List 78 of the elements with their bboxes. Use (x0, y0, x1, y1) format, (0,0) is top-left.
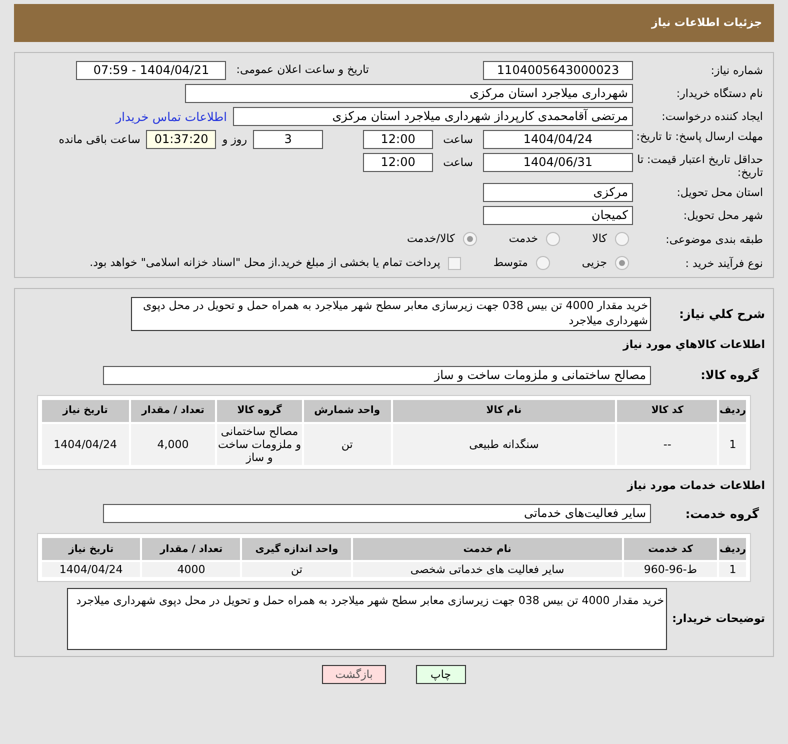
field-value: مرکزی (483, 183, 633, 202)
field-label: توضیحات خریدار: (671, 610, 765, 627)
field-value: مصالح ساختمانی و ملزومات ساخت و ساز (103, 366, 651, 384)
field-value: سایر فعالیت‌های خدماتی (103, 504, 651, 523)
field-label: شهر محل تحویل: (682, 209, 763, 222)
field-value: 1404/04/21 - 07:59 (76, 61, 226, 80)
field-label: روز و (222, 132, 248, 148)
field-value: کمیجان (483, 206, 633, 225)
column-header: تاریخ نیاز (42, 538, 140, 560)
column-header: نام خدمت (353, 538, 622, 560)
column-header: واحد شمارش (304, 400, 391, 422)
page-title: جزئیات اطلاعات نیاز (652, 14, 762, 31)
column-header: ردیف (719, 538, 746, 560)
field-label: مهلت ارسال پاسخ: تا تاریخ: (635, 130, 763, 143)
table-cell: تن (304, 424, 391, 464)
table-cell: 1 (719, 562, 746, 577)
radio-button[interactable] (546, 232, 560, 246)
field-label: متوسط (493, 254, 528, 271)
field-label: کالا (592, 230, 607, 247)
section-title: اطلاعات خدمات مورد نیاز (626, 478, 766, 494)
field-value: 01:37:20 (146, 130, 216, 149)
radio-button[interactable] (536, 256, 550, 270)
table-cell: 1404/04/24 (42, 562, 140, 577)
column-header: ردیف (719, 400, 746, 422)
back-button[interactable]: بازگشت (322, 665, 386, 684)
table-cell: تن (242, 562, 352, 577)
table-cell: -- (617, 424, 718, 464)
field-label: حداقل تاریخ اعتبار قیمت: تا تاریخ: (636, 153, 763, 179)
radio-button[interactable] (615, 232, 629, 246)
section-title: اطلاعات کالاهاي مورد نياز (622, 337, 766, 353)
field-label: خدمت (508, 230, 538, 247)
column-header: کد خدمت (624, 538, 718, 560)
field-label: جزیی (582, 254, 607, 271)
field-label: نوع فرآیند خرید : (684, 256, 763, 270)
field-label: ایجاد کننده درخواست: (660, 110, 763, 123)
table-cell: 4,000 (130, 424, 216, 464)
table-cell: 1 (719, 424, 746, 464)
field-label: ساعت (443, 132, 473, 148)
table-cell: 1404/04/24 (42, 424, 129, 464)
table-cell: 4000 (142, 562, 240, 577)
field-value: 12:00 (363, 153, 434, 172)
field-label: کالا/خدمت (407, 230, 455, 247)
table-cell: سایر فعالیت های خدماتی شخصی (353, 562, 622, 577)
field-label: ساعت باقی مانده (58, 132, 140, 148)
column-header: گروه کالا (217, 400, 302, 422)
radio-button[interactable] (462, 232, 477, 246)
buyer-contact-link[interactable]: اطلاعات تماس خریدار (116, 108, 227, 126)
description-box: خرید مقدار 4000 تن بیس 038 جهت زیرسازی معابر سطح شهر میلاجرد به همراه حمل و تحویل در محل دپوی شهرداری میلاجرد (131, 297, 651, 331)
field-value: 12:00 (363, 130, 434, 149)
field-value: 1404/06/31 (483, 153, 633, 172)
column-header: واحد اندازه گیری (242, 538, 352, 560)
field-value: 1404/04/24 (483, 130, 633, 149)
print-button[interactable]: چاپ (416, 665, 466, 684)
column-header: تعداد / مقدار (142, 538, 240, 560)
field-label: طبقه بندی موضوعی: (664, 232, 763, 246)
field-value: شهرداری میلاجرد استان مرکزی (185, 84, 633, 103)
table-cell: سنگدانه طبیعی (392, 424, 616, 464)
field-label: شماره نیاز: (710, 64, 763, 77)
field-value: 3 (253, 130, 324, 149)
field-label: ساعت (443, 155, 473, 171)
field-label: گروه خدمت: (684, 506, 760, 522)
field-label: استان محل تحویل: (676, 186, 763, 199)
table-cell: ط-96-960 (624, 562, 718, 577)
column-header: تاریخ نیاز (42, 400, 129, 422)
field-label: گروه کالا: (700, 367, 760, 384)
column-header: تعداد / مقدار (130, 400, 216, 422)
table-cell: مصالح ساختمانی و ملزومات ساخت و ساز (217, 424, 302, 464)
field-label: پرداخت تمام یا بخشی از مبلغ خرید.از محل "اسناد خزانه اسلامی" خواهد بود. (90, 254, 440, 271)
field-label: شرح کلي نياز: (678, 306, 765, 323)
buyer-notes-box: خرید مقدار 4000 تن بیس 038 جهت زیرسازی معابر سطح شهر میلاجرد به همراه حمل و تحویل در محل دپوی شهرداری میلاجرد (67, 588, 667, 650)
field-label: تاریخ و ساعت اعلان عمومی: (236, 62, 369, 78)
field-value: مرتضی آقامحمدی کارپرداز شهرداری میلاجرد استان مرکزی (233, 107, 633, 126)
column-header: نام کالا (392, 400, 616, 422)
checkbox[interactable] (448, 256, 462, 270)
field-label: نام دستگاه خریدار: (675, 87, 763, 100)
column-header: کد کالا (617, 400, 718, 422)
radio-button[interactable] (615, 256, 629, 270)
field-value: 1104005643000023 (483, 61, 633, 80)
